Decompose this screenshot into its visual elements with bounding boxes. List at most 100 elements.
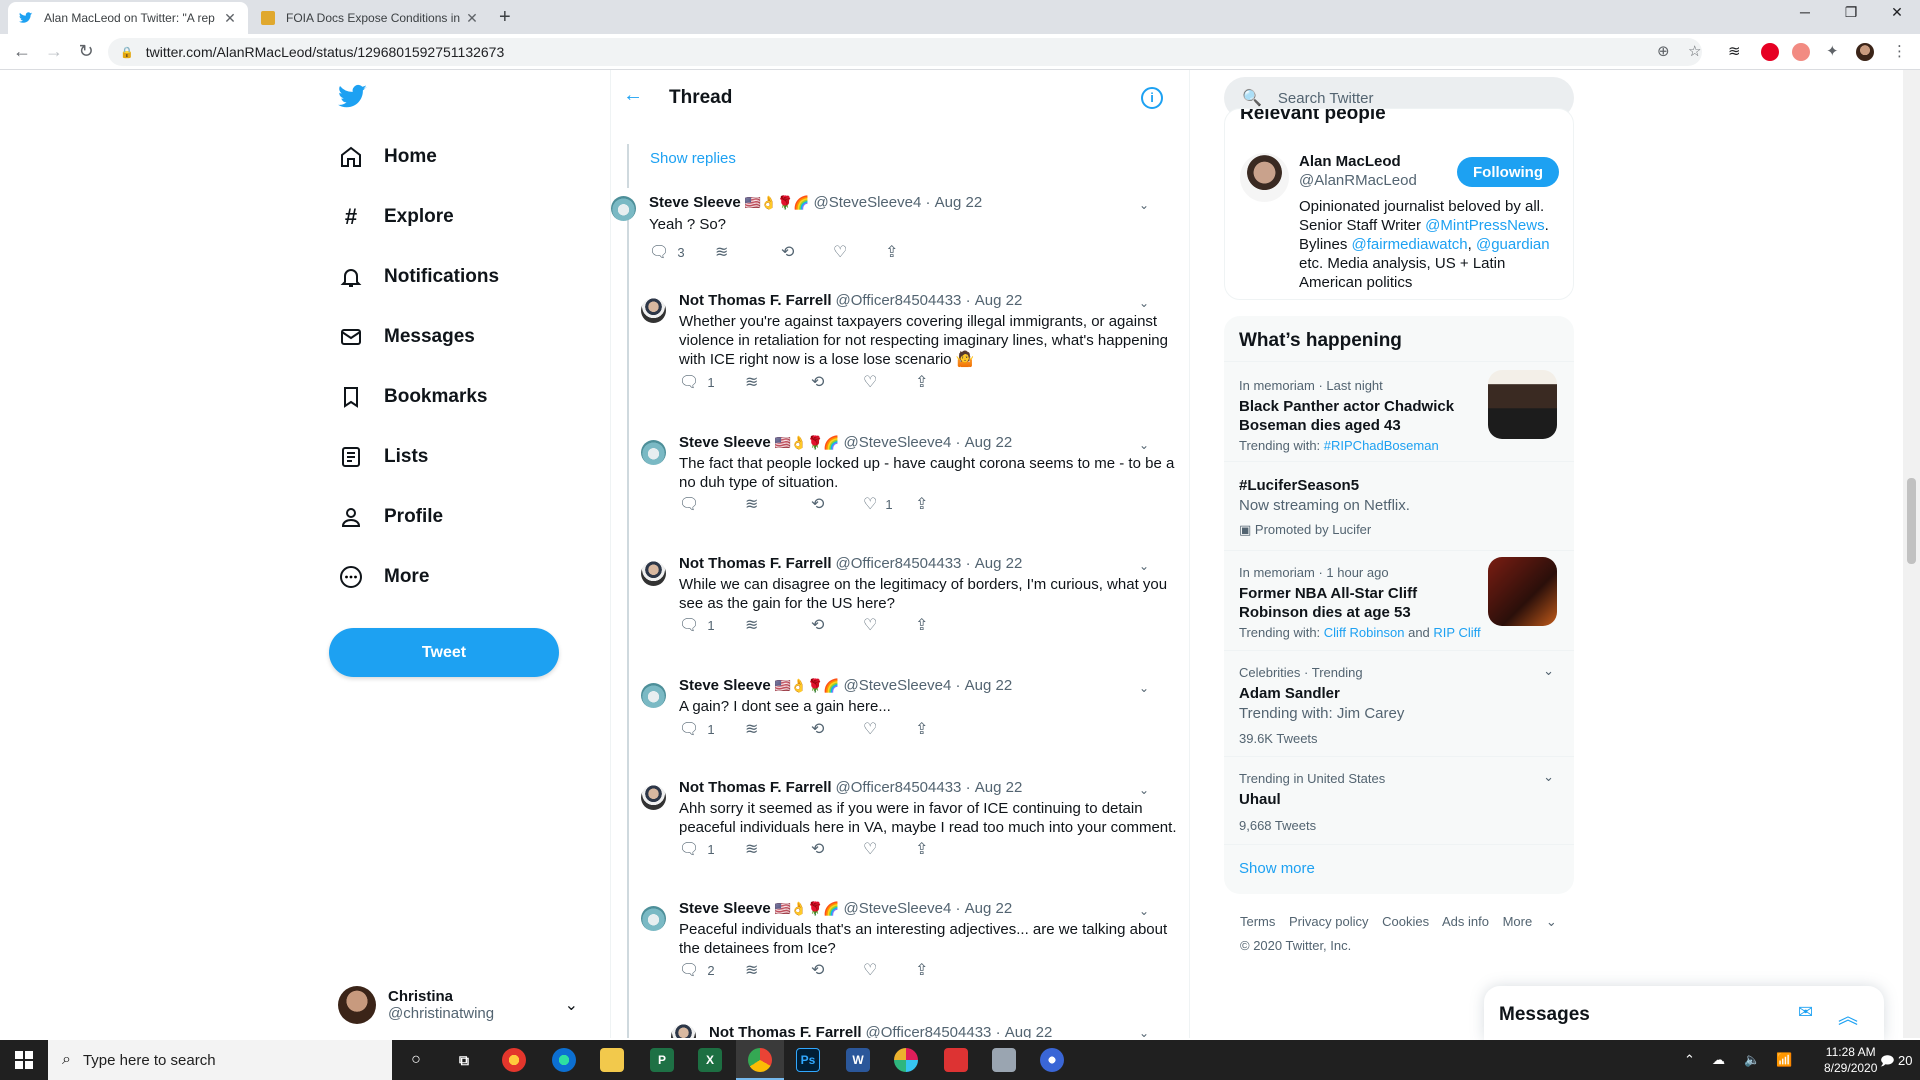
slack-icon[interactable] xyxy=(894,1048,918,1072)
profile-avatar-icon[interactable] xyxy=(1856,43,1874,61)
nav-lists[interactable]: Lists xyxy=(338,437,428,477)
chevron-down-icon[interactable]: ⌄ xyxy=(1543,663,1554,679)
like-button[interactable]: ♡ xyxy=(833,242,885,262)
tweet-handle[interactable]: @SteveSleeve4 xyxy=(844,434,952,451)
maximize-window-button[interactable]: ❐ xyxy=(1828,4,1874,21)
chevron-down-icon[interactable]: ⌄ xyxy=(1139,296,1149,310)
tweet[interactable]: Steve Sleeve 🇺🇸👌🌹🌈 @SteveSleeve4 · Aug 2… xyxy=(611,898,1189,998)
close-window-button[interactable]: ✕ xyxy=(1874,4,1920,21)
tweet-handle[interactable]: @Officer84504433 xyxy=(836,555,962,572)
pinterest-extension-icon[interactable] xyxy=(1761,43,1779,61)
messages-drawer[interactable]: Messages ✉ ︽ xyxy=(1484,986,1884,1040)
retweet-button[interactable]: ⟲ xyxy=(811,719,863,739)
tweet-date[interactable]: Aug 22 xyxy=(965,434,1013,451)
like-button[interactable]: ♡ xyxy=(863,372,915,392)
nav-messages[interactable]: Messages xyxy=(338,317,475,357)
reply-button[interactable]: 🗨 2 xyxy=(679,960,745,980)
tweet-date[interactable]: Aug 22 xyxy=(935,194,983,211)
tweet-handle[interactable]: @Officer84504433 xyxy=(836,292,962,309)
retweet-button[interactable]: ⟲ xyxy=(811,615,863,635)
trend-item[interactable]: #LuciferSeason5 Now streaming on Netflix… xyxy=(1224,461,1574,550)
tweet-date[interactable]: Aug 22 xyxy=(965,677,1013,694)
tweet-author[interactable]: Not Thomas F. Farrell xyxy=(679,292,832,309)
task-view-icon[interactable]: ⧉ xyxy=(452,1048,476,1072)
publisher-icon[interactable]: P xyxy=(650,1048,674,1072)
page-scrollbar[interactable] xyxy=(1903,70,1920,1038)
chevron-down-icon[interactable]: ⌄ xyxy=(1139,559,1149,573)
chevron-up-icon[interactable]: ⌃ xyxy=(1684,1052,1695,1068)
back-arrow-icon[interactable]: ← xyxy=(623,84,643,107)
profile-handle[interactable]: @AlanRMacLeod xyxy=(1299,172,1417,189)
speaker-icon[interactable]: 🔈 xyxy=(1744,1052,1760,1068)
nav-profile[interactable]: Profile xyxy=(338,497,443,537)
tweet[interactable]: Not Thomas F. Farrell @Officer84504433 ·… xyxy=(611,1018,1189,1038)
reply-button[interactable]: 🗨 1 xyxy=(679,372,745,392)
twitter-logo-icon[interactable] xyxy=(338,82,370,114)
nav-more[interactable]: More xyxy=(338,557,429,597)
account-switcher[interactable]: Christina @christinatwing ⌄ xyxy=(338,980,578,1030)
nav-bookmarks[interactable]: Bookmarks xyxy=(338,377,488,417)
reply-button[interactable]: 🗨 3 xyxy=(649,242,715,262)
tweet[interactable]: Steve Sleeve 🇺🇸👌🌹🌈 @SteveSleeve4 · Aug 2… xyxy=(611,675,1189,755)
tweet-date[interactable]: Aug 22 xyxy=(975,555,1023,572)
retweet-button[interactable]: ⟲ xyxy=(781,242,833,262)
trend-item[interactable]: Trending in United States ⌄ Uhaul 9,668 … xyxy=(1224,756,1574,844)
footer-link[interactable]: Terms xyxy=(1240,914,1275,929)
close-tab-icon[interactable]: ✕ xyxy=(464,10,480,27)
close-tab-icon[interactable]: ✕ xyxy=(222,10,238,27)
obs-icon[interactable] xyxy=(1040,1048,1064,1072)
reply-button[interactable]: 🗨 xyxy=(679,494,745,514)
trend-link[interactable]: RIP Cliff xyxy=(1433,625,1480,640)
share-button[interactable]: ⇪ xyxy=(885,242,898,262)
firefox-icon[interactable] xyxy=(502,1048,526,1072)
action-center-icon[interactable]: 🗩 20 xyxy=(1880,1052,1913,1074)
scrollbar-thumb[interactable] xyxy=(1907,478,1916,564)
extension-badge-icon[interactable] xyxy=(1792,43,1810,61)
tweet-handle[interactable]: @Officer84504433 xyxy=(836,779,962,796)
tweet-author[interactable]: Not Thomas F. Farrell xyxy=(679,779,832,796)
tweet[interactable]: Not Thomas F. Farrell @Officer84504433 ·… xyxy=(611,290,1189,410)
chevron-down-icon[interactable]: ⌄ xyxy=(1139,198,1149,212)
following-button[interactable]: Following xyxy=(1457,157,1559,187)
browser-tab[interactable]: FOIA Docs Expose Conditions in ✕ xyxy=(250,2,490,34)
tweet-button[interactable]: Tweet xyxy=(329,628,559,677)
tweet-handle[interactable]: @Officer84504433 xyxy=(866,1024,992,1038)
retweet-button[interactable]: ⟲ xyxy=(811,839,863,859)
retweet-button[interactable]: ⟲ xyxy=(811,494,863,514)
like-button[interactable]: ♡ xyxy=(863,960,915,980)
tweet[interactable]: Steve Sleeve 🇺🇸👌🌹🌈 @SteveSleeve4 · Aug 2… xyxy=(611,190,1189,290)
footer-link[interactable]: Ads info xyxy=(1442,914,1489,929)
info-icon[interactable]: i xyxy=(1141,87,1163,109)
forward-arrow-icon[interactable]: → xyxy=(42,41,66,62)
stack-button[interactable]: ≋ xyxy=(745,719,811,739)
cortana-icon[interactable]: ○ xyxy=(404,1048,428,1072)
share-button[interactable]: ⇪ xyxy=(915,719,928,739)
tweet[interactable]: Steve Sleeve 🇺🇸👌🌹🌈 @SteveSleeve4 · Aug 2… xyxy=(611,432,1189,532)
chevron-down-icon[interactable]: ⌄ xyxy=(1139,783,1149,797)
minimize-window-button[interactable]: ─ xyxy=(1782,4,1828,20)
share-button[interactable]: ⇪ xyxy=(915,372,928,392)
share-button[interactable]: ⇪ xyxy=(915,839,928,859)
tweet-author[interactable]: Not Thomas F. Farrell xyxy=(709,1024,862,1038)
like-button[interactable]: ♡ xyxy=(863,839,915,859)
tweet-author[interactable]: Steve Sleeve xyxy=(679,900,771,917)
bio-mention-link[interactable]: @guardian xyxy=(1476,236,1550,253)
chevron-down-icon[interactable]: ⌄ xyxy=(1543,769,1554,785)
printer-app-icon[interactable] xyxy=(992,1048,1016,1072)
bio-mention-link[interactable]: @MintPressNews xyxy=(1425,217,1544,234)
trend-item[interactable]: Celebrities · Trending ⌄ Adam Sandler Tr… xyxy=(1224,650,1574,756)
share-button[interactable]: ⇪ xyxy=(915,960,928,980)
trend-item[interactable]: In memoriam · Last night Black Panther a… xyxy=(1224,361,1574,461)
show-replies-link[interactable]: Show replies xyxy=(650,150,736,167)
layers-extension-icon[interactable]: ≋ xyxy=(1728,42,1741,60)
footer-more-link[interactable]: More ⌄ xyxy=(1503,914,1567,929)
avatar[interactable] xyxy=(1240,153,1289,202)
nav-notifications[interactable]: Notifications xyxy=(338,257,499,297)
show-more-link[interactable]: Show more xyxy=(1239,860,1315,877)
windows-start-button[interactable] xyxy=(0,1040,48,1080)
tweet-handle[interactable]: @SteveSleeve4 xyxy=(844,900,952,917)
chevron-down-icon[interactable]: ⌄ xyxy=(1139,1026,1149,1038)
reply-button[interactable]: 🗨 1 xyxy=(679,615,745,635)
back-arrow-icon[interactable]: ← xyxy=(10,41,34,62)
nav-home[interactable]: Home xyxy=(338,137,437,177)
